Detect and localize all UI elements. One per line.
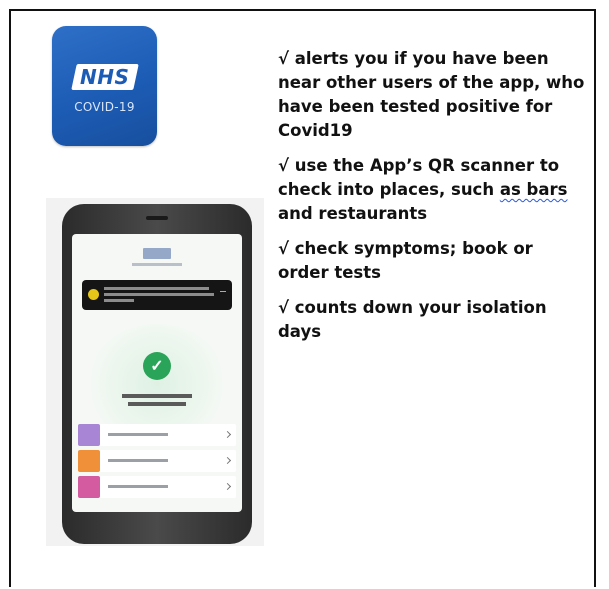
nhs-covid19-app-icon: NHS COVID-19 <box>52 26 157 146</box>
screen-nhs-logo <box>143 248 171 259</box>
feature-text: and restaurants <box>278 204 428 223</box>
feature-list: √ alerts you if you have been near other… <box>278 47 588 355</box>
phone-screen: ✓ <box>72 234 242 512</box>
screen-status-text <box>122 394 192 398</box>
feature-item: √ counts down your isolation days <box>278 296 588 344</box>
covid19-label: COVID-19 <box>74 100 135 114</box>
nhs-logo-text: NHS <box>80 65 130 89</box>
feature-text: √ alerts you if you have been near other… <box>278 49 585 140</box>
chevron-right-icon <box>223 430 232 439</box>
feature-item: √ check symptoms; book or order tests <box>278 237 588 285</box>
feature-item: √ use the App’s QR scanner to check into… <box>278 154 588 226</box>
banner-text-line <box>104 287 209 290</box>
spellcheck-flagged-text: as bars <box>499 180 568 199</box>
screen-status-text <box>128 402 186 406</box>
screen-menu-row <box>78 424 236 446</box>
phone-speaker <box>146 216 168 220</box>
banner-text-line <box>104 299 134 302</box>
banner-text-line <box>104 293 214 296</box>
close-icon <box>220 291 226 298</box>
check-icon: ✓ <box>143 352 171 380</box>
screen-menu-row <box>78 476 236 498</box>
feature-text: √ counts down your isolation days <box>278 298 547 341</box>
menu-tile-icon <box>78 476 100 498</box>
menu-tile-icon <box>78 450 100 472</box>
chevron-right-icon <box>223 456 232 465</box>
screen-menu-row <box>78 450 236 472</box>
nhs-logo: NHS <box>71 64 139 90</box>
screen-alert-banner <box>82 280 232 310</box>
chevron-right-icon <box>223 482 232 491</box>
menu-row-text <box>108 485 168 488</box>
menu-row-text <box>108 459 168 462</box>
menu-row-text <box>108 433 168 436</box>
phone-image: ✓ <box>46 198 264 546</box>
alert-icon <box>88 289 99 300</box>
smartphone: ✓ <box>62 204 252 544</box>
screen-subtitle <box>132 263 182 266</box>
menu-tile-icon <box>78 424 100 446</box>
feature-item: √ alerts you if you have been near other… <box>278 47 588 143</box>
feature-text: √ check symptoms; book or order tests <box>278 239 533 282</box>
